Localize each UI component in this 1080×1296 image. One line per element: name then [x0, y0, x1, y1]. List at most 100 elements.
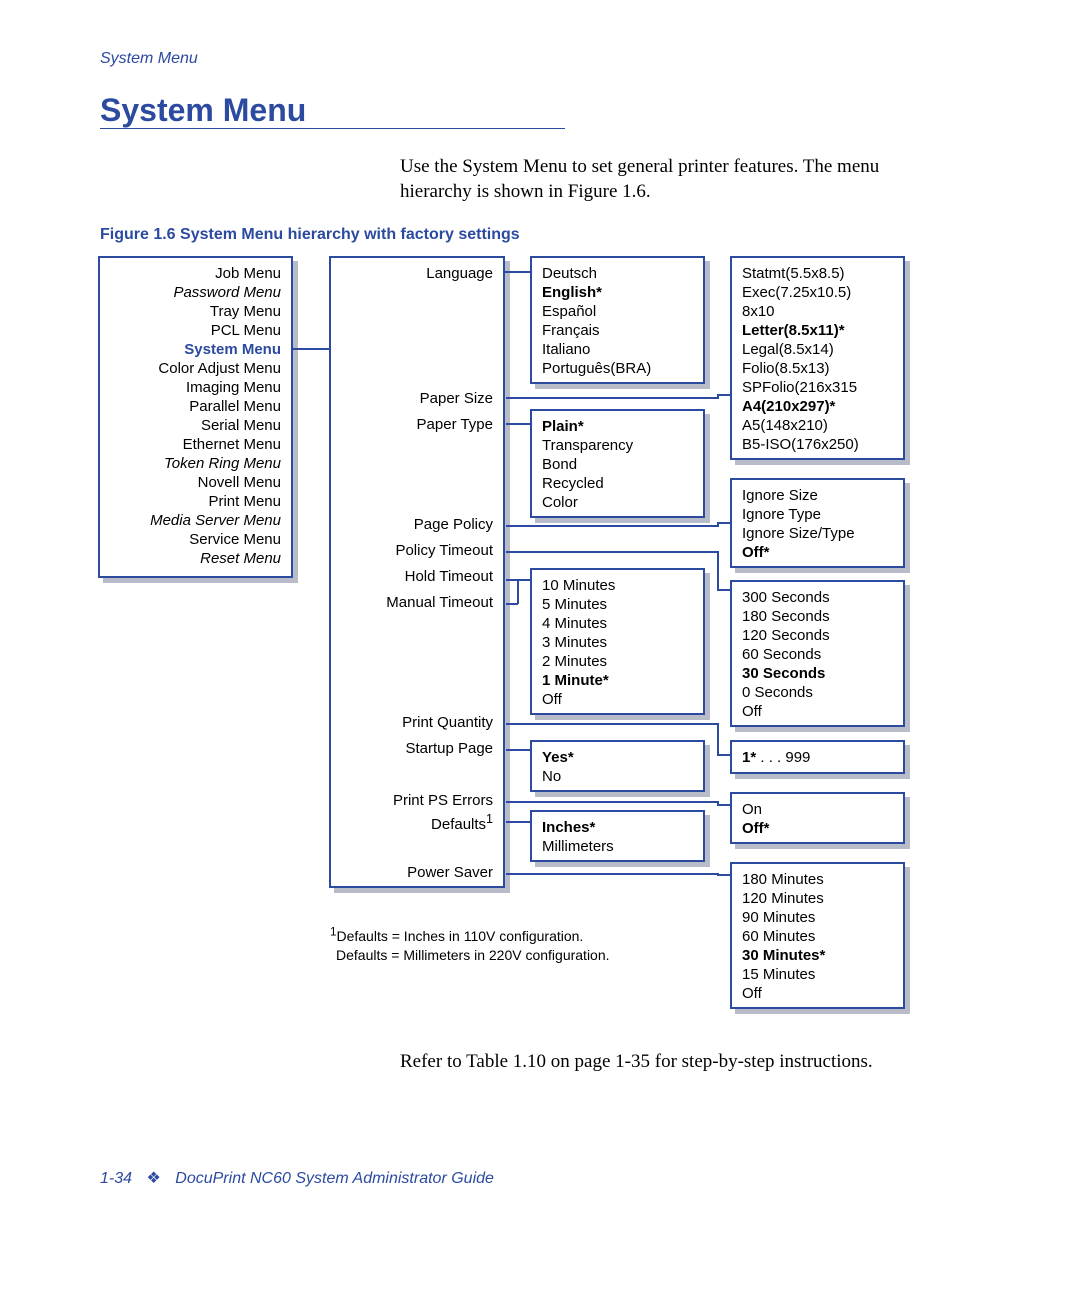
power-saver-options-box: 180 Minutes120 Minutes90 Minutes60 Minut… — [730, 862, 905, 1009]
main-menu-item: Print Menu — [110, 492, 281, 511]
print-quantity-options-box: 1* . . . 999 — [730, 740, 905, 774]
option-item: Statmt(5.5x8.5) — [742, 264, 893, 283]
option-item: 2 Minutes — [542, 652, 693, 671]
sub-manual-timeout: Manual Timeout — [386, 593, 493, 612]
policy-timeout-options-box: 300 Seconds180 Seconds120 Seconds60 Seco… — [730, 580, 905, 727]
option-item: 1 Minute* — [542, 671, 693, 690]
main-menu-item: Token Ring Menu — [110, 454, 281, 473]
option-item: Off — [542, 690, 693, 709]
sub-print-quantity: Print Quantity — [402, 713, 493, 732]
main-menu-item: Service Menu — [110, 530, 281, 549]
submenu-box: Language Paper Size Paper Type Page Poli… — [329, 256, 505, 888]
sub-power-saver: Power Saver — [407, 863, 493, 882]
sub-page-policy: Page Policy — [414, 515, 493, 534]
option-item: SPFolio(216x315 — [742, 378, 893, 397]
title-rule — [100, 128, 565, 129]
startup-page-options-box: Yes*No — [530, 740, 705, 792]
option-item: Ignore Size/Type — [742, 524, 893, 543]
sub-policy-timeout: Policy Timeout — [395, 541, 493, 560]
main-menu-item: Password Menu — [110, 283, 281, 302]
main-menu-item: Imaging Menu — [110, 378, 281, 397]
intro-text: Use the System Menu to set general print… — [400, 155, 955, 204]
sub-paper-type: Paper Type — [417, 415, 493, 434]
option-item: 4 Minutes — [542, 614, 693, 633]
option-item: Ignore Type — [742, 505, 893, 524]
paper-size-options-box: Statmt(5.5x8.5)Exec(7.25x10.5)8x10Letter… — [730, 256, 905, 460]
sub-paper-size: Paper Size — [420, 389, 493, 408]
main-menu-item: Tray Menu — [110, 302, 281, 321]
figure-caption: Figure 1.6 System Menu hierarchy with fa… — [100, 226, 520, 244]
option-item: Deutsch — [542, 264, 693, 283]
defaults-options-box: Inches*Millimeters — [530, 810, 705, 862]
option-item: Yes* — [542, 748, 693, 767]
option-item: 10 Minutes — [542, 576, 693, 595]
page-title: System Menu — [100, 92, 306, 129]
main-menu-item: Color Adjust Menu — [110, 359, 281, 378]
option-item: Bond — [542, 455, 693, 474]
option-item: Transparency — [542, 436, 693, 455]
option-item: Español — [542, 302, 693, 321]
main-menu-item: Reset Menu — [110, 549, 281, 568]
option-item: 120 Seconds — [742, 626, 893, 645]
page-footer: 1-34 ❖ DocuPrint NC60 System Administrat… — [100, 1168, 494, 1188]
main-menu-item: Parallel Menu — [110, 397, 281, 416]
sub-language: Language — [426, 264, 493, 283]
option-item: 15 Minutes — [742, 965, 893, 984]
main-menu-item: Serial Menu — [110, 416, 281, 435]
main-menu-item: Novell Menu — [110, 473, 281, 492]
option-item: Millimeters — [542, 837, 693, 856]
main-menu-item: PCL Menu — [110, 321, 281, 340]
option-item: 60 Seconds — [742, 645, 893, 664]
sub-startup-page: Startup Page — [405, 739, 493, 758]
option-item: Recycled — [542, 474, 693, 493]
option-item: Legal(8.5x14) — [742, 340, 893, 359]
option-item: 30 Minutes* — [742, 946, 893, 965]
option-item: Português(BRA) — [542, 359, 693, 378]
option-item: Italiano — [542, 340, 693, 359]
option-item: 30 Seconds — [742, 664, 893, 683]
option-item: Ignore Size — [742, 486, 893, 505]
option-item: 3 Minutes — [542, 633, 693, 652]
option-item: Plain* — [542, 417, 693, 436]
option-item: 1* . . . 999 — [742, 748, 893, 767]
option-item: Folio(8.5x13) — [742, 359, 893, 378]
option-item: Français — [542, 321, 693, 340]
option-item: 120 Minutes — [742, 889, 893, 908]
main-menu-item: System Menu — [110, 340, 281, 359]
option-item: A5(148x210) — [742, 416, 893, 435]
option-item: A4(210x297)* — [742, 397, 893, 416]
ps-errors-options-box: OnOff* — [730, 792, 905, 844]
option-item: B5-ISO(176x250) — [742, 435, 893, 454]
option-item: Off — [742, 702, 893, 721]
main-menu-box: Job MenuPassword MenuTray MenuPCL MenuSy… — [98, 256, 293, 578]
main-menu-item: Job Menu — [110, 264, 281, 283]
option-item: 300 Seconds — [742, 588, 893, 607]
sub-defaults: Defaults1 — [431, 810, 493, 834]
option-item: 90 Minutes — [742, 908, 893, 927]
option-item: 0 Seconds — [742, 683, 893, 702]
option-item: 60 Minutes — [742, 927, 893, 946]
sub-hold-timeout: Hold Timeout — [405, 567, 493, 586]
option-item: English* — [542, 283, 693, 302]
option-item: Off — [742, 984, 893, 1003]
page-policy-options-box: Ignore SizeIgnore TypeIgnore Size/TypeOf… — [730, 478, 905, 568]
hold-timeout-options-box: 10 Minutes5 Minutes4 Minutes3 Minutes2 M… — [530, 568, 705, 715]
paper-type-options-box: Plain*TransparencyBondRecycledColor — [530, 409, 705, 518]
option-item: No — [542, 767, 693, 786]
option-item: Off* — [742, 543, 893, 562]
option-item: Exec(7.25x10.5) — [742, 283, 893, 302]
option-item: Inches* — [542, 818, 693, 837]
diamond-icon: ❖ — [146, 1170, 160, 1187]
main-menu-item: Media Server Menu — [110, 511, 281, 530]
option-item: Color — [542, 493, 693, 512]
sub-print-ps-errors: Print PS Errors — [393, 791, 493, 810]
main-menu-item: Ethernet Menu — [110, 435, 281, 454]
option-item: 180 Seconds — [742, 607, 893, 626]
footnote: 1Defaults = Inches in 110V configuration… — [330, 922, 610, 965]
option-item: Letter(8.5x11)* — [742, 321, 893, 340]
option-item: 8x10 — [742, 302, 893, 321]
outro-text: Refer to Table 1.10 on page 1-35 for ste… — [400, 1050, 955, 1075]
running-header: System Menu — [100, 50, 198, 68]
option-item: Off* — [742, 819, 893, 838]
language-options-box: DeutschEnglish*EspañolFrançaisItalianoPo… — [530, 256, 705, 384]
